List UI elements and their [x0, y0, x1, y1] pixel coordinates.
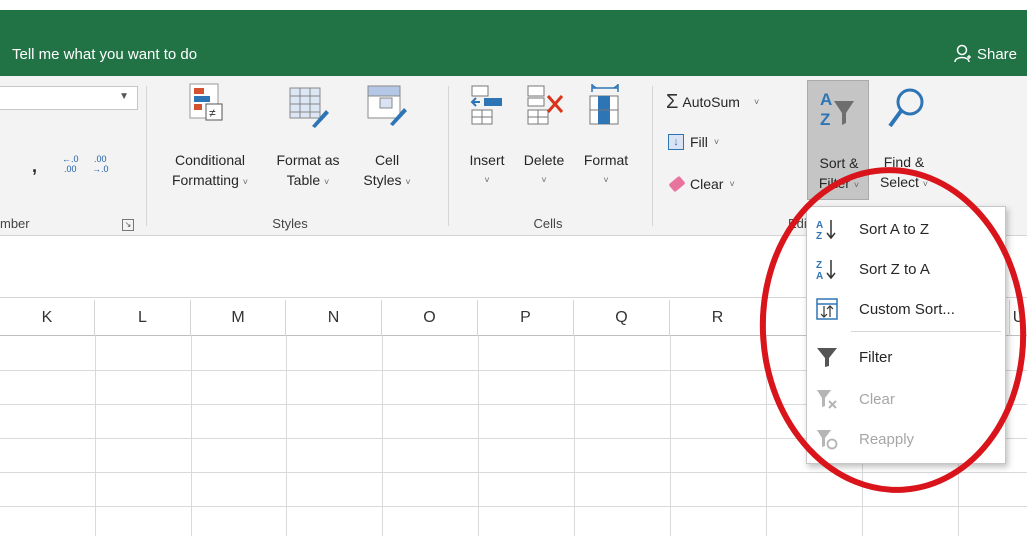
insert-label: Insert ˅ — [469, 152, 505, 185]
share-label: Share — [976, 45, 1017, 63]
column-header-k[interactable]: K — [0, 300, 95, 336]
group-separator — [146, 86, 147, 226]
column-header-p[interactable]: P — [478, 300, 574, 336]
sigma-icon: Σ — [666, 90, 679, 113]
format-as-table-label: Format as Table ˅ — [276, 152, 340, 188]
column-header-q[interactable]: Q — [574, 300, 670, 336]
conditional-formatting-label: Conditional Formatting ˅ — [171, 152, 249, 188]
svg-text:Z: Z — [820, 110, 830, 129]
delete-cells-icon — [527, 85, 564, 125]
delete-label: Delete ˅ — [523, 152, 565, 185]
column-header-r[interactable]: R — [670, 300, 766, 336]
svg-text:A: A — [816, 220, 823, 231]
sort-filter-button[interactable]: A Z Sort & Filter ˅ — [807, 80, 869, 200]
fill-button[interactable]: ↓ Fill ˅ — [668, 130, 719, 154]
eraser-icon — [668, 175, 686, 193]
editing-group-label: Edi — [788, 216, 807, 231]
group-separator — [448, 86, 449, 226]
format-cells-button[interactable]: Format ˅ — [574, 76, 638, 212]
column-header-m[interactable]: M — [191, 300, 286, 336]
column-header-u[interactable]: U — [1010, 300, 1027, 336]
conditional-formatting-button[interactable]: ≠ Conditional Formatting ˅ — [160, 76, 260, 212]
svg-text:Z: Z — [816, 260, 822, 271]
filter-icon — [813, 343, 841, 371]
person-icon — [954, 44, 971, 63]
conditional-formatting-icon: ≠ — [189, 83, 223, 121]
cell-styles-icon — [367, 85, 407, 126]
format-as-table-button[interactable]: Format as Table ˅ — [268, 76, 348, 212]
cells-group-label: Cells — [533, 216, 563, 231]
find-select-label: Find & Select ˅ — [879, 154, 929, 190]
menu-item-filter[interactable]: Filter — [807, 337, 1005, 377]
menu-separator — [851, 331, 1001, 332]
decrease-decimal-button[interactable]: .00 →.0 — [92, 154, 109, 174]
sort-filter-icon: A Z — [820, 90, 854, 129]
title-bar: Tell me what you want to do Share — [0, 10, 1027, 76]
clear-filter-icon — [813, 385, 841, 413]
clear-button[interactable]: Clear ˅ — [668, 172, 735, 196]
sort-filter-label: Sort & Filter ˅ — [818, 155, 860, 191]
menu-item-reapply: Reapply — [807, 419, 1005, 459]
menu-item-clear: Clear — [807, 379, 1005, 419]
svg-text:Z: Z — [816, 231, 822, 241]
increase-decimal-button[interactable]: ←.0.00 — [62, 154, 79, 174]
menu-item-custom-sort[interactable]: Custom Sort... — [807, 289, 1005, 329]
format-cells-icon — [589, 84, 619, 125]
tell-me-search[interactable]: Tell me what you want to do — [12, 46, 197, 63]
styles-group-label: Styles — [272, 216, 308, 231]
magnifier-icon — [888, 88, 924, 128]
format-label: Format ˅ — [583, 152, 629, 185]
sort-filter-menu: AZ Sort A to Z ZA Sort Z to A Custom Sor… — [806, 206, 1006, 464]
sort-az-icon: AZ — [813, 215, 841, 243]
cell-styles-label: Cell Styles ˅ — [363, 152, 411, 188]
number-group-label: mber — [0, 216, 30, 231]
insert-cells-icon — [470, 85, 502, 125]
column-header-o[interactable]: O — [382, 300, 478, 336]
column-header-n[interactable]: N — [286, 300, 382, 336]
menu-item-sort-z-to-a[interactable]: ZA Sort Z to A — [807, 249, 1005, 289]
custom-sort-icon — [813, 295, 841, 323]
svg-text:A: A — [816, 271, 823, 281]
dialog-launcher-icon[interactable]: ↘ — [122, 219, 134, 231]
svg-text:A: A — [820, 90, 832, 109]
number-format-dropdown[interactable]: ▼ — [0, 86, 138, 110]
reapply-filter-icon — [813, 425, 841, 453]
format-as-table-icon — [289, 87, 329, 128]
svg-text:≠: ≠ — [209, 106, 216, 120]
sort-za-icon: ZA — [813, 255, 841, 283]
cell-styles-button[interactable]: Cell Styles ˅ — [356, 76, 418, 212]
share-button[interactable]: Share — [953, 44, 1017, 64]
find-select-button[interactable]: Find & Select ˅ — [870, 80, 940, 204]
chevron-down-icon: ▼ — [119, 91, 129, 102]
insert-cells-button[interactable]: Insert ˅ — [462, 76, 512, 212]
comma-style-button[interactable]: , — [32, 156, 37, 177]
column-header-l[interactable]: L — [95, 300, 191, 336]
delete-cells-button[interactable]: Delete ˅ — [516, 76, 572, 212]
group-separator — [652, 86, 653, 226]
autosum-button[interactable]: Σ AutoSum ˅ — [666, 90, 759, 114]
menu-item-sort-a-to-z[interactable]: AZ Sort A to Z — [807, 209, 1005, 249]
fill-down-icon: ↓ — [668, 134, 684, 150]
